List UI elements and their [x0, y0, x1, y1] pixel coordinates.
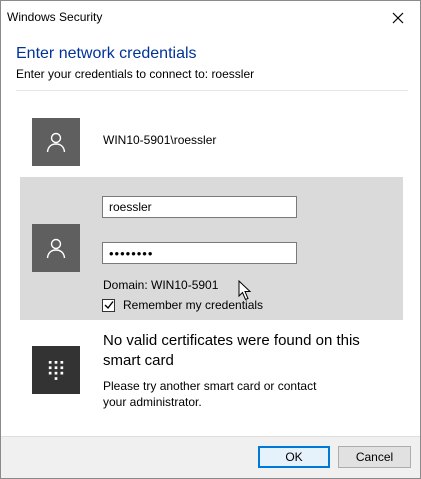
user-icon — [46, 132, 66, 153]
username-field[interactable] — [102, 196, 297, 218]
close-button[interactable] — [376, 1, 420, 34]
divider — [16, 90, 408, 91]
mouse-pointer-icon — [238, 280, 252, 301]
window-title: Windows Security — [7, 10, 103, 24]
smartcard-keypad-icon — [48, 361, 64, 380]
title-bar: Windows Security — [1, 1, 420, 34]
cancel-button[interactable]: Cancel — [338, 446, 411, 468]
dialog-subheading: Enter your credentials to connect to: ro… — [16, 67, 255, 81]
checkbox-box[interactable] — [102, 298, 115, 312]
ok-button[interactable]: OK — [258, 446, 330, 468]
dialog-heading: Enter network credentials — [16, 45, 197, 62]
domain-label: Domain: WIN10-5901 — [103, 278, 219, 292]
close-icon — [392, 12, 404, 23]
selected-account-tile — [32, 224, 80, 272]
account-option-tile[interactable] — [32, 118, 80, 166]
smartcard-title[interactable]: No valid certificates were found on this… — [103, 331, 363, 371]
account-option-name[interactable]: WIN10-5901\roessler — [103, 133, 216, 147]
checkmark-icon — [104, 301, 114, 310]
smartcard-description: Please try another smart card or contact… — [103, 379, 317, 409]
user-icon — [46, 238, 66, 259]
smartcard-option-tile[interactable] — [32, 346, 80, 394]
credentials-dialog: Windows Security Enter network credentia… — [0, 0, 421, 479]
password-field[interactable] — [102, 242, 297, 264]
